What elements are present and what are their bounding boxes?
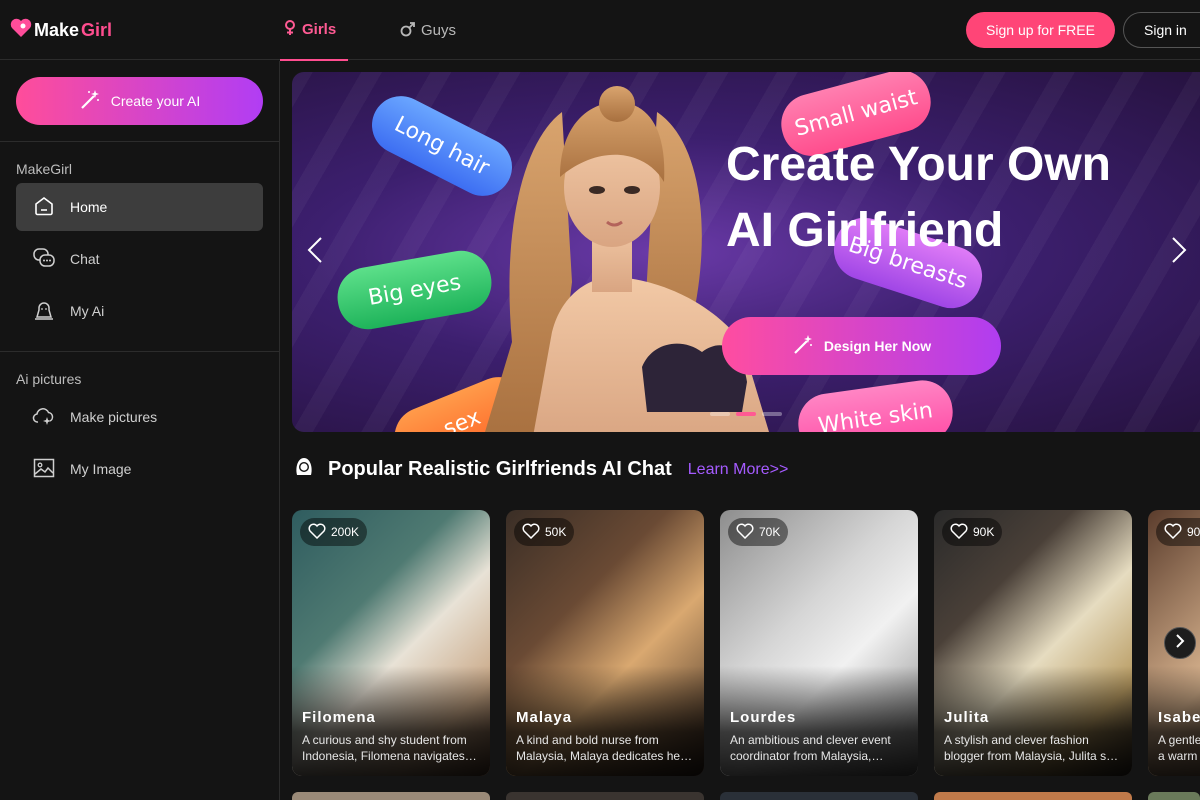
card-description: A curious and shy student from Indonesia… bbox=[302, 733, 467, 763]
section-title-makegirl: MakeGirl bbox=[16, 161, 73, 177]
heart-icon bbox=[736, 523, 754, 542]
male-icon bbox=[400, 21, 416, 41]
character-card-peek[interactable] bbox=[506, 792, 704, 800]
sidebar-item-my-image[interactable]: My Image bbox=[16, 445, 263, 493]
card-description: A stylish and clever fashion blogger fro… bbox=[944, 733, 1123, 763]
chat-icon bbox=[32, 246, 56, 273]
likes-badge[interactable]: 90K bbox=[1156, 518, 1200, 546]
cards-next-button[interactable] bbox=[1164, 627, 1196, 659]
tab-girls-label: Girls bbox=[302, 21, 337, 38]
sidebar-item-label: Chat bbox=[70, 251, 100, 267]
card-name: Julita bbox=[944, 709, 990, 726]
carousel-dot[interactable] bbox=[736, 412, 756, 416]
tab-guys[interactable]: Guys bbox=[400, 0, 456, 61]
logo-girl-text: Girl bbox=[81, 20, 113, 40]
sidebar-divider bbox=[0, 141, 279, 142]
cloud-sparkle-icon bbox=[32, 404, 56, 431]
heart-icon bbox=[950, 523, 968, 542]
section-title-ai-pictures: Ai pictures bbox=[16, 371, 82, 387]
top-bar: Make Girl Girls Guys Sign up for FREE Sig… bbox=[0, 0, 1200, 61]
card-name: Isabe bbox=[1158, 709, 1200, 726]
carousel-dot[interactable] bbox=[710, 412, 730, 416]
popular-title: Popular Realistic Girlfriends AI Chat bbox=[328, 458, 672, 480]
design-her-label: Design Her Now bbox=[823, 338, 932, 354]
character-card[interactable]: 200K Filomena A curious and shy student … bbox=[292, 510, 490, 776]
character-card[interactable]: 50K Malaya A kind and bold nurse from Ma… bbox=[506, 510, 704, 776]
likes-count: 70K bbox=[759, 525, 781, 539]
create-ai-button[interactable]: Create your AI bbox=[16, 77, 263, 125]
sidebar-item-label: My Ai bbox=[70, 303, 105, 319]
signup-button[interactable]: Sign up for FREE bbox=[966, 12, 1115, 48]
chevron-right-icon bbox=[1175, 633, 1185, 653]
likes-count: 90K bbox=[1187, 525, 1200, 539]
sidebar-item-home[interactable]: Home bbox=[16, 183, 263, 231]
character-cards: 200K Filomena A curious and shy student … bbox=[292, 510, 1200, 776]
heart-icon bbox=[308, 523, 326, 542]
logo-make-text: Make bbox=[34, 20, 80, 40]
heart-icon bbox=[1164, 523, 1182, 542]
character-card-peek[interactable] bbox=[720, 792, 918, 800]
carousel-next-button[interactable] bbox=[1164, 232, 1194, 272]
banner-title-line: Create Your Own bbox=[726, 138, 1111, 191]
female-icon bbox=[283, 19, 297, 40]
card-description: A gentle soul from Malaysia with a warm … bbox=[1158, 733, 1200, 763]
tab-guys-label: Guys bbox=[421, 22, 457, 39]
banner-title: Create Your Own AI Girlfriend bbox=[726, 132, 1111, 264]
likes-badge[interactable]: 200K bbox=[300, 518, 368, 546]
carousel-dot[interactable] bbox=[762, 412, 782, 416]
chevron-right-icon bbox=[1171, 236, 1187, 269]
likes-count: 90K bbox=[973, 525, 995, 539]
popular-header: Popular Realistic Girlfriends AI Chat Le… bbox=[292, 455, 788, 484]
tag-pill-label: White skin bbox=[816, 397, 935, 432]
sidebar-item-label: Home bbox=[70, 199, 108, 215]
logo[interactable]: Make Girl bbox=[10, 18, 112, 43]
home-icon bbox=[32, 194, 56, 221]
sidebar-item-my-ai[interactable]: My Ai bbox=[16, 287, 263, 335]
character-card-peek[interactable] bbox=[1148, 792, 1200, 800]
heart-logo-icon bbox=[10, 18, 32, 43]
likes-count: 50K bbox=[545, 525, 567, 539]
card-name: Filomena bbox=[302, 709, 376, 726]
likes-badge[interactable]: 70K bbox=[728, 518, 789, 546]
character-card[interactable]: 90K Julita A stylish and clever fashion … bbox=[934, 510, 1132, 776]
character-card[interactable]: 70K Lourdes An ambitious and clever even… bbox=[720, 510, 918, 776]
girl-illustration bbox=[485, 86, 769, 432]
heart-icon bbox=[522, 523, 540, 542]
card-description: An ambitious and clever event coordinato… bbox=[730, 733, 891, 763]
banner-title-line: AI Girlfriend bbox=[726, 204, 1004, 257]
carousel-dots bbox=[710, 412, 782, 416]
sidebar: Create your AI MakeGirl Home Chat My Ai … bbox=[0, 61, 280, 800]
magic-wand-icon bbox=[792, 334, 814, 359]
image-icon bbox=[32, 456, 56, 483]
create-ai-label: Create your AI bbox=[110, 93, 201, 109]
likes-badge[interactable]: 50K bbox=[514, 518, 575, 546]
chevron-left-icon bbox=[307, 236, 323, 269]
girl-face-icon bbox=[292, 455, 316, 484]
user-icon bbox=[32, 298, 56, 325]
sidebar-divider bbox=[0, 351, 279, 352]
tag-pill-label: Big eyes bbox=[366, 269, 463, 311]
sidebar-item-chat[interactable]: Chat bbox=[16, 235, 263, 283]
carousel-prev-button[interactable] bbox=[300, 232, 330, 272]
signin-button[interactable]: Sign in bbox=[1123, 12, 1200, 48]
card-name: Lourdes bbox=[730, 709, 797, 726]
hero-banner[interactable]: sex Long hair Big eyes Small waist Big b… bbox=[292, 72, 1200, 432]
sidebar-item-label: My Image bbox=[70, 461, 132, 477]
likes-badge[interactable]: 90K bbox=[942, 518, 1003, 546]
sidebar-item-label: Make pictures bbox=[70, 409, 158, 425]
character-card-peek[interactable] bbox=[934, 792, 1132, 800]
design-her-button[interactable]: Design Her Now bbox=[722, 317, 1001, 375]
card-name: Malaya bbox=[516, 709, 573, 726]
magic-wand-icon bbox=[79, 89, 101, 114]
character-card-peek[interactable] bbox=[292, 792, 490, 800]
learn-more-link[interactable]: Learn More>> bbox=[688, 461, 789, 479]
card-description: A kind and bold nurse from Malaysia, Mal… bbox=[516, 733, 685, 763]
sidebar-item-make-pictures[interactable]: Make pictures bbox=[16, 393, 263, 441]
tab-girls[interactable]: Girls bbox=[280, 0, 348, 61]
likes-count: 200K bbox=[331, 525, 360, 539]
